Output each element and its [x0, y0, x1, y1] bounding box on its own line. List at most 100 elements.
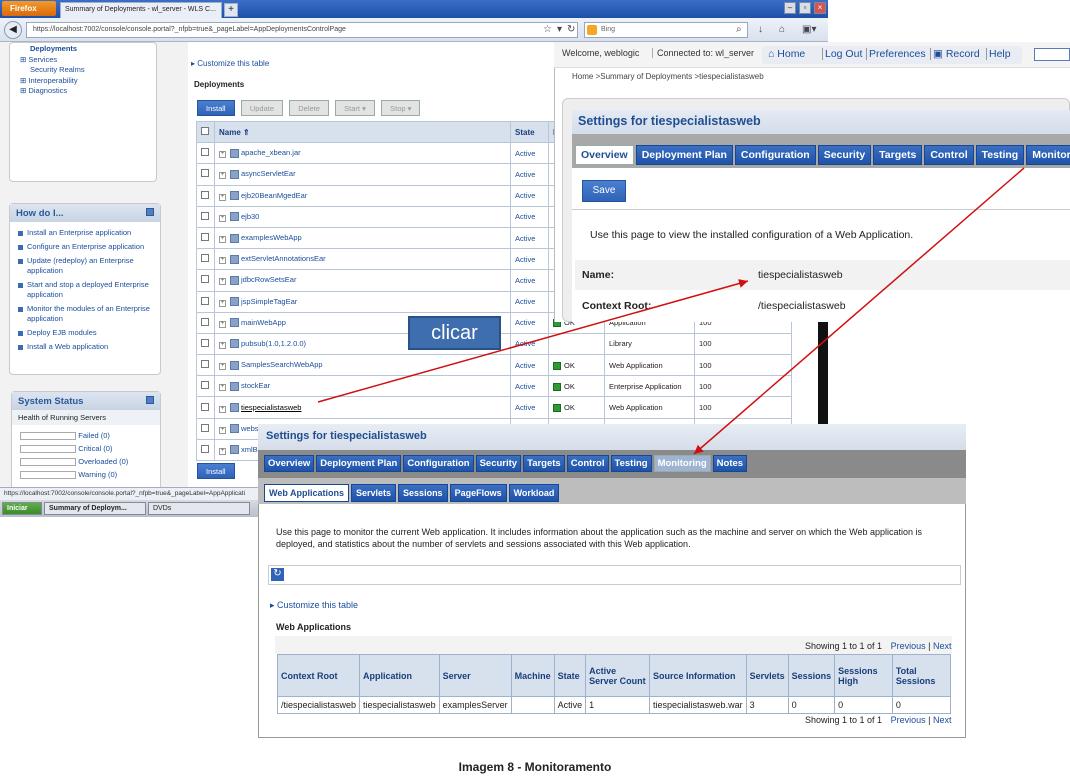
start-button[interactable]: Iniciar	[2, 502, 42, 515]
tree-item-security-realms[interactable]: Security Realms	[30, 65, 85, 76]
start-button[interactable]: Start ▾	[335, 100, 375, 116]
expand-icon[interactable]: +	[219, 172, 226, 180]
expand-icon[interactable]: +	[219, 299, 226, 307]
search-input[interactable]: Bing	[584, 22, 748, 38]
expand-icon[interactable]: +	[219, 151, 226, 159]
tree-item-diagnostics[interactable]: ⊞ Diagnostics	[20, 86, 85, 97]
collapse-icon[interactable]	[146, 396, 154, 404]
row-checkbox[interactable]	[196, 142, 215, 165]
tab-security[interactable]: Security	[817, 145, 872, 165]
row-checkbox[interactable]	[196, 226, 215, 250]
reload-icon[interactable]: ↻	[567, 24, 575, 35]
row-checkbox[interactable]	[196, 438, 215, 462]
row-checkbox[interactable]	[196, 396, 215, 419]
deployment-link[interactable]: asyncServletEar	[241, 169, 296, 178]
tab-testing[interactable]: Testing	[975, 145, 1025, 165]
expand-icon[interactable]: +	[219, 278, 226, 286]
taskbar-item-deployments[interactable]: Summary of Deploym...	[44, 502, 146, 515]
firefox-menu-button[interactable]: Firefox	[2, 1, 56, 16]
deployment-link[interactable]: examplesWebApp	[241, 233, 302, 242]
previous-link[interactable]: Previous	[891, 641, 926, 651]
expand-icon[interactable]: +	[219, 320, 226, 328]
refresh-icon[interactable]: ↻	[271, 568, 284, 581]
health-overloaded[interactable]: Overloaded (0)	[20, 455, 152, 468]
search-icon[interactable]: ⌕	[736, 24, 742, 35]
tab-control[interactable]: Control	[566, 455, 609, 472]
tab-control[interactable]: Control	[924, 145, 974, 165]
subtab-workload[interactable]: Workload	[508, 484, 560, 502]
row-name[interactable]: + asyncServletEar	[214, 163, 511, 186]
expand-icon[interactable]: +	[219, 341, 226, 349]
address-bar[interactable]: https://localhost:7002/console/console.p…	[26, 22, 578, 38]
tab-monitoring[interactable]: Monitoring	[653, 455, 711, 472]
subtab-web-applications[interactable]: Web Applications	[264, 484, 350, 502]
col-application[interactable]: Application	[359, 654, 440, 697]
customize-table-link[interactable]: ▸ Customize this table	[191, 59, 269, 68]
deployment-link[interactable]: tiespecialistasweb	[241, 403, 301, 412]
howdoi-link[interactable]: Deploy EJB modules	[18, 328, 152, 338]
dropdown-icon[interactable]: ▾	[557, 24, 562, 35]
deployment-link[interactable]: stockEar	[241, 381, 270, 390]
collapse-icon[interactable]	[146, 208, 154, 216]
delete-button[interactable]: Delete	[289, 100, 329, 116]
tab-overview[interactable]: Overview	[264, 455, 315, 472]
select-all-checkbox[interactable]	[196, 120, 215, 144]
col-name[interactable]: Name ⇑	[214, 120, 511, 144]
next-link[interactable]: Next	[933, 715, 952, 725]
col-servlets[interactable]: Servlets	[745, 654, 789, 697]
row-checkbox[interactable]	[196, 248, 215, 271]
new-tab-button[interactable]: +	[224, 3, 238, 17]
subtab-servlets[interactable]: Servlets	[351, 484, 397, 502]
help-link[interactable]: Help	[986, 48, 1011, 60]
col-active-server-count[interactable]: Active Server Count	[585, 654, 651, 697]
col-context-root[interactable]: Context Root	[276, 654, 361, 697]
howdoi-link[interactable]: Update (redeploy) an Enterprise applicat…	[18, 256, 152, 276]
logout-link[interactable]: Log Out	[822, 48, 862, 60]
tab-security[interactable]: Security	[475, 455, 522, 472]
preferences-link[interactable]: Preferences	[866, 48, 926, 60]
col-sessions[interactable]: Sessions	[787, 654, 836, 697]
stop-button[interactable]: Stop ▾	[381, 100, 421, 116]
home-icon[interactable]: ⌂	[779, 24, 785, 35]
search-field[interactable]	[1034, 48, 1070, 61]
row-name[interactable]: + ejb20BeanMgedEar	[214, 184, 511, 207]
col-source-information[interactable]: Source Information	[649, 654, 747, 697]
install-button[interactable]: Install	[197, 100, 235, 116]
tab-configuration[interactable]: Configuration	[734, 145, 816, 165]
col-state[interactable]: State	[510, 120, 549, 144]
deployment-link[interactable]: jdbcRowSetsEar	[241, 275, 296, 284]
deployment-link[interactable]: ejb30	[241, 212, 259, 221]
subtab-sessions[interactable]: Sessions	[398, 484, 448, 502]
health-failed[interactable]: Failed (0)	[20, 429, 152, 442]
row-name[interactable]: + jdbcRowSetsEar	[214, 269, 511, 292]
tree-item-services[interactable]: ⊞ Services	[20, 55, 85, 66]
tree-item-deployments[interactable]: Deployments	[30, 44, 85, 55]
howdoi-link[interactable]: Start and stop a deployed Enterprise app…	[18, 280, 152, 300]
deployment-link[interactable]: mainWebApp	[241, 318, 286, 327]
deployment-link[interactable]: pubsub(1.0,1.2.0.0)	[241, 339, 306, 348]
expand-icon[interactable]: +	[219, 447, 226, 455]
health-critical[interactable]: Critical (0)	[20, 442, 152, 455]
row-name[interactable]: + ejb30	[214, 205, 511, 228]
row-checkbox[interactable]	[196, 354, 215, 377]
row-name[interactable]: + extServletAnnotationsEar	[214, 248, 511, 271]
row-checkbox[interactable]	[196, 375, 215, 398]
save-button[interactable]: Save	[582, 180, 626, 202]
tab-targets[interactable]: Targets	[873, 145, 923, 165]
deployment-link[interactable]: SamplesSearchWebApp	[241, 360, 323, 369]
row-checkbox[interactable]	[196, 332, 215, 356]
col-sessions-high[interactable]: Sessions High	[834, 654, 893, 697]
update-button[interactable]: Update	[240, 100, 284, 116]
col-total-sessions[interactable]: Total Sessions	[891, 654, 952, 697]
tab-testing[interactable]: Testing	[610, 455, 652, 472]
row-name[interactable]: + examplesWebApp	[214, 226, 511, 250]
tab-notes[interactable]: Notes	[712, 455, 748, 472]
row-checkbox[interactable]	[196, 290, 215, 313]
star-icon[interactable]: ☆	[543, 24, 552, 35]
subtab-pageflows[interactable]: PageFlows	[449, 484, 507, 502]
deployment-link[interactable]: extServletAnnotationsEar	[241, 254, 326, 263]
next-link[interactable]: Next	[933, 641, 952, 651]
tab-configuration[interactable]: Configuration	[403, 455, 474, 472]
record-link[interactable]: ▣ Record	[930, 48, 980, 60]
expand-icon[interactable]: +	[219, 363, 226, 371]
